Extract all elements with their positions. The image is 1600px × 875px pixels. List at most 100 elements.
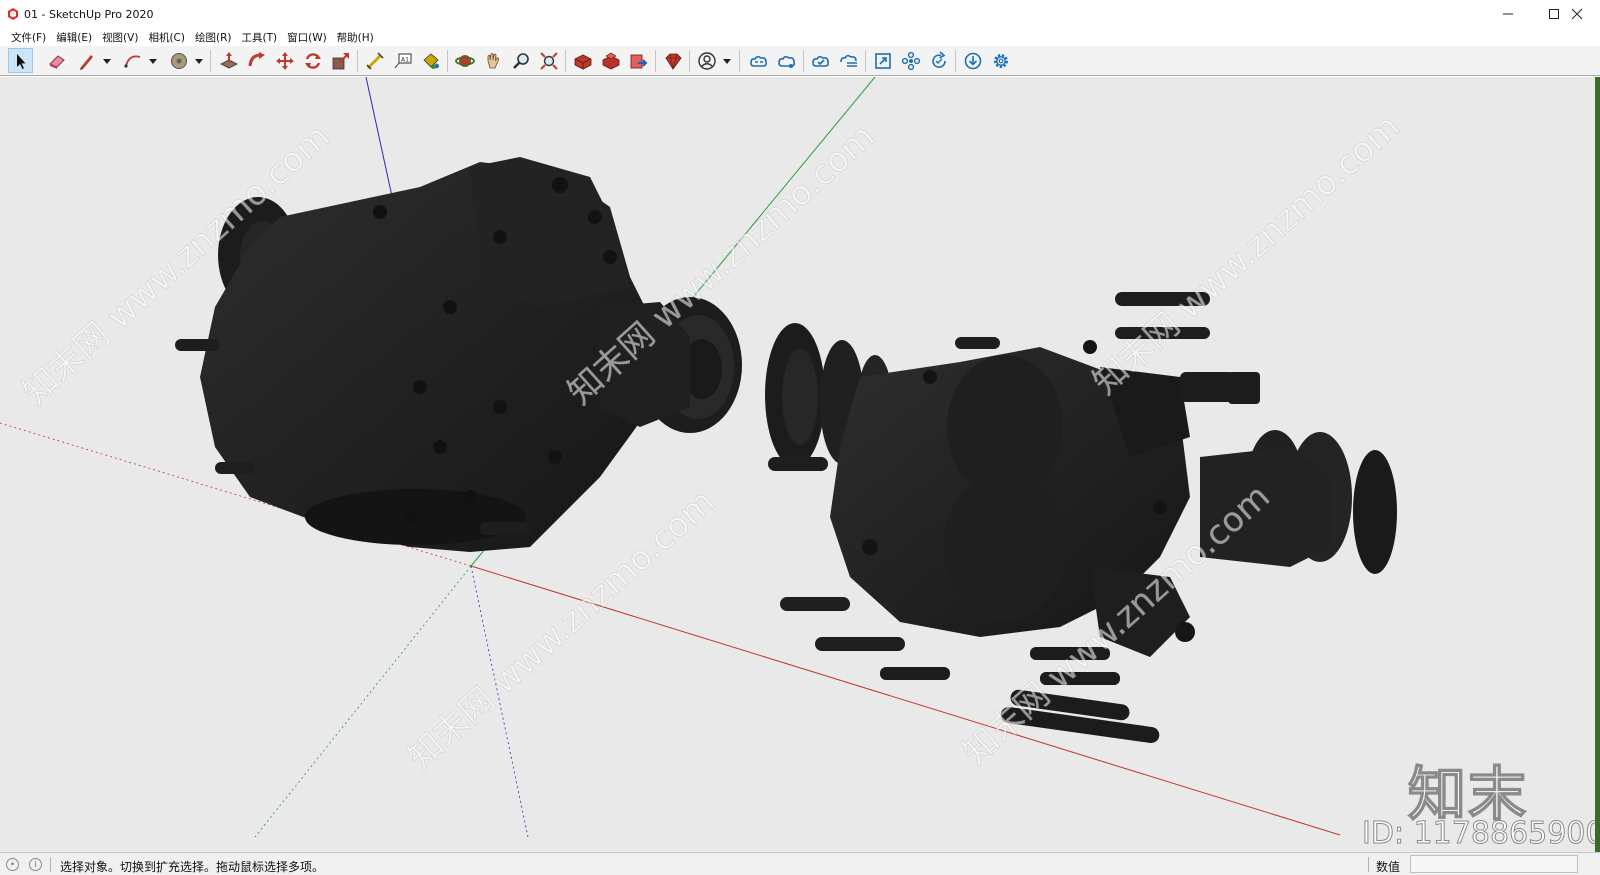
- arc-tool-button[interactable]: [120, 48, 145, 73]
- cloud-open-icon: [811, 55, 829, 67]
- pan-button[interactable]: [480, 48, 505, 73]
- geo-location-icon[interactable]: •: [6, 858, 19, 871]
- cloud-sync-icon: [839, 54, 857, 67]
- 3d-warehouse-button[interactable]: [570, 48, 595, 73]
- extension-warehouse-icon: [602, 52, 619, 69]
- ruby-console-button[interactable]: [660, 48, 685, 73]
- tape-measure-button[interactable]: [166, 48, 191, 73]
- toolbar-separator: [689, 50, 690, 72]
- toolbar-separator: [210, 50, 211, 72]
- share-model-button[interactable]: [774, 48, 799, 73]
- measurements-label: 数值: [1376, 860, 1401, 874]
- select-arrow-icon: [16, 53, 25, 69]
- toolbar-separator: [447, 50, 448, 72]
- push-pull-icon: [219, 51, 238, 68]
- menu-draw[interactable]: 绘图(R): [190, 30, 237, 45]
- profile-icon: [697, 51, 716, 70]
- settings-button[interactable]: [988, 48, 1013, 73]
- chevron-down-icon[interactable]: [723, 57, 731, 65]
- move-icon: [275, 51, 294, 70]
- trimble-connect-icon: [749, 55, 767, 67]
- svg-text:A1: A1: [401, 56, 409, 63]
- tape-measure-icon: [170, 52, 187, 69]
- status-bar: • i 选择对象。切换到扩充选择。拖动鼠标选择多项。 数值: [0, 852, 1600, 875]
- window-title: 01 - SketchUp Pro 2020: [24, 8, 154, 21]
- watermark-id: ID: 1178865900: [1361, 816, 1600, 852]
- scale-icon: [332, 52, 349, 69]
- move-tool-button[interactable]: [272, 48, 297, 73]
- paint-bucket-icon: [422, 52, 439, 69]
- close-icon: [1571, 8, 1583, 20]
- cloud-open-button[interactable]: [808, 48, 833, 73]
- arc-icon: [123, 55, 140, 68]
- line-tool-button[interactable]: [74, 48, 99, 73]
- toolbar-separator: [357, 50, 358, 72]
- pencil-line-icon: [79, 54, 93, 70]
- share-model-icon: [777, 55, 795, 68]
- zoom-button[interactable]: [508, 48, 533, 73]
- status-message: 选择对象。切换到扩充选择。拖动鼠标选择多项。: [60, 860, 325, 874]
- refresh-button[interactable]: [926, 48, 951, 73]
- menu-view[interactable]: 视图(V): [97, 30, 143, 45]
- push-pull-button[interactable]: [216, 48, 241, 73]
- dimension-icon: [365, 51, 384, 70]
- minimize-button[interactable]: [1485, 0, 1531, 28]
- toolbar-separator: [865, 50, 866, 72]
- zoom-extents-button[interactable]: [536, 48, 561, 73]
- chevron-down-icon[interactable]: [149, 57, 157, 65]
- zoom-extents-icon: [539, 51, 558, 70]
- menu-bar: 文件(F) 编辑(E) 视图(V) 相机(C) 绘图(R) 工具(T) 窗口(W…: [0, 28, 1600, 46]
- components-button[interactable]: [898, 48, 923, 73]
- toolbar-separator: [803, 50, 804, 72]
- download-icon: [964, 52, 981, 69]
- trimble-connect-button[interactable]: [746, 48, 771, 73]
- text-label-icon: A1: [394, 53, 411, 68]
- refresh-icon: [931, 50, 946, 68]
- menu-file[interactable]: 文件(F): [6, 30, 51, 45]
- follow-me-button[interactable]: [244, 48, 269, 73]
- scale-tool-button[interactable]: [328, 48, 353, 73]
- cloud-sync-button[interactable]: [836, 48, 861, 73]
- info-icon[interactable]: i: [29, 858, 42, 871]
- eraser-tool-button[interactable]: [44, 48, 69, 73]
- status-separator: [1368, 857, 1369, 872]
- select-tool-button[interactable]: [8, 48, 33, 73]
- text-tool-button[interactable]: A1: [390, 48, 415, 73]
- orbit-button[interactable]: [452, 48, 477, 73]
- layout-send-icon: [630, 54, 647, 68]
- profile-button[interactable]: [694, 48, 719, 73]
- pan-hand-icon: [487, 52, 499, 68]
- follow-me-icon: [248, 51, 265, 66]
- sketchup-window: 01 - SketchUp Pro 2020 文件(F) 编辑(E) 视图(V)…: [0, 0, 1600, 875]
- components-icon: [901, 51, 920, 70]
- orbit-icon: [454, 54, 475, 67]
- menu-camera[interactable]: 相机(C): [143, 30, 190, 45]
- measurements-input[interactable]: [1410, 855, 1578, 873]
- background-window-edge: [1595, 77, 1600, 852]
- settings-gear-icon: [993, 53, 1008, 68]
- model-info-button[interactable]: [870, 48, 895, 73]
- paint-bucket-button[interactable]: [418, 48, 443, 73]
- extension-warehouse-button[interactable]: [598, 48, 623, 73]
- chevron-down-icon[interactable]: [195, 57, 203, 65]
- eraser-icon: [48, 54, 65, 69]
- sketchup-logo-icon: [8, 8, 18, 20]
- toolbar-separator: [739, 50, 740, 72]
- main-toolbar: A1: [0, 46, 1600, 76]
- model-info-icon: [874, 52, 891, 69]
- 3d-viewport[interactable]: 知末网 www.znzmo.com 知末网 www.znzmo.com 知末网 …: [0, 77, 1600, 852]
- menu-window[interactable]: 窗口(W): [282, 30, 332, 45]
- download-button[interactable]: [960, 48, 985, 73]
- close-button[interactable]: [1554, 0, 1600, 28]
- ruby-console-icon: [664, 53, 682, 70]
- menu-tools[interactable]: 工具(T): [236, 30, 282, 45]
- rotate-tool-button[interactable]: [300, 48, 325, 73]
- send-to-layout-button[interactable]: [626, 48, 651, 73]
- toolbar-separator: [955, 50, 956, 72]
- menu-help[interactable]: 帮助(H): [332, 30, 379, 45]
- chevron-down-icon[interactable]: [103, 57, 111, 65]
- 3d-warehouse-icon: [574, 54, 591, 69]
- menu-edit[interactable]: 编辑(E): [51, 30, 97, 45]
- dimension-button[interactable]: [362, 48, 387, 73]
- toolbar-separator: [565, 50, 566, 72]
